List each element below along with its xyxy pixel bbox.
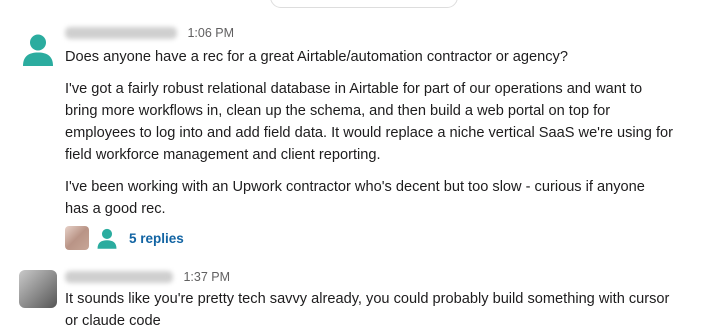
replies-link[interactable]: 5 replies [129, 231, 184, 246]
message-line: or claude code [65, 313, 161, 329]
sender-name-redacted[interactable] [65, 27, 177, 39]
message-line: has a good rec. [65, 201, 166, 217]
message-paragraph: I've got a fairly robust relational data… [65, 78, 722, 166]
timestamp[interactable]: 1:06 PM [187, 26, 234, 40]
message-line: Does anyone have a rec for a great Airta… [65, 49, 568, 65]
message-line: field workforce management and client re… [65, 147, 381, 163]
reply-avatar [95, 226, 119, 250]
thread-summary[interactable]: 5 replies [65, 225, 722, 251]
reply-avatar-photo [65, 226, 89, 250]
message-line: employees to log into and add field data… [65, 125, 673, 141]
message-header: 1:37 PM [65, 266, 722, 288]
message-line: I've got a fairly robust relational data… [65, 81, 643, 97]
sender-name-redacted[interactable] [65, 271, 173, 283]
message-line: It sounds like you're pretty tech savvy … [65, 291, 670, 307]
message-line: I've been working with an Upwork contrac… [65, 179, 645, 195]
person-icon [23, 34, 53, 66]
message-line: bring more workflows in, clean up the sc… [65, 103, 611, 119]
message-paragraph: I've been working with an Upwork contrac… [65, 176, 722, 220]
avatar[interactable] [19, 30, 57, 68]
message-header: 1:06 PM [65, 22, 722, 44]
person-icon [97, 228, 117, 249]
avatar[interactable] [19, 270, 57, 308]
date-divider-pill[interactable] [270, 0, 458, 8]
timestamp[interactable]: 1:37 PM [183, 270, 230, 284]
